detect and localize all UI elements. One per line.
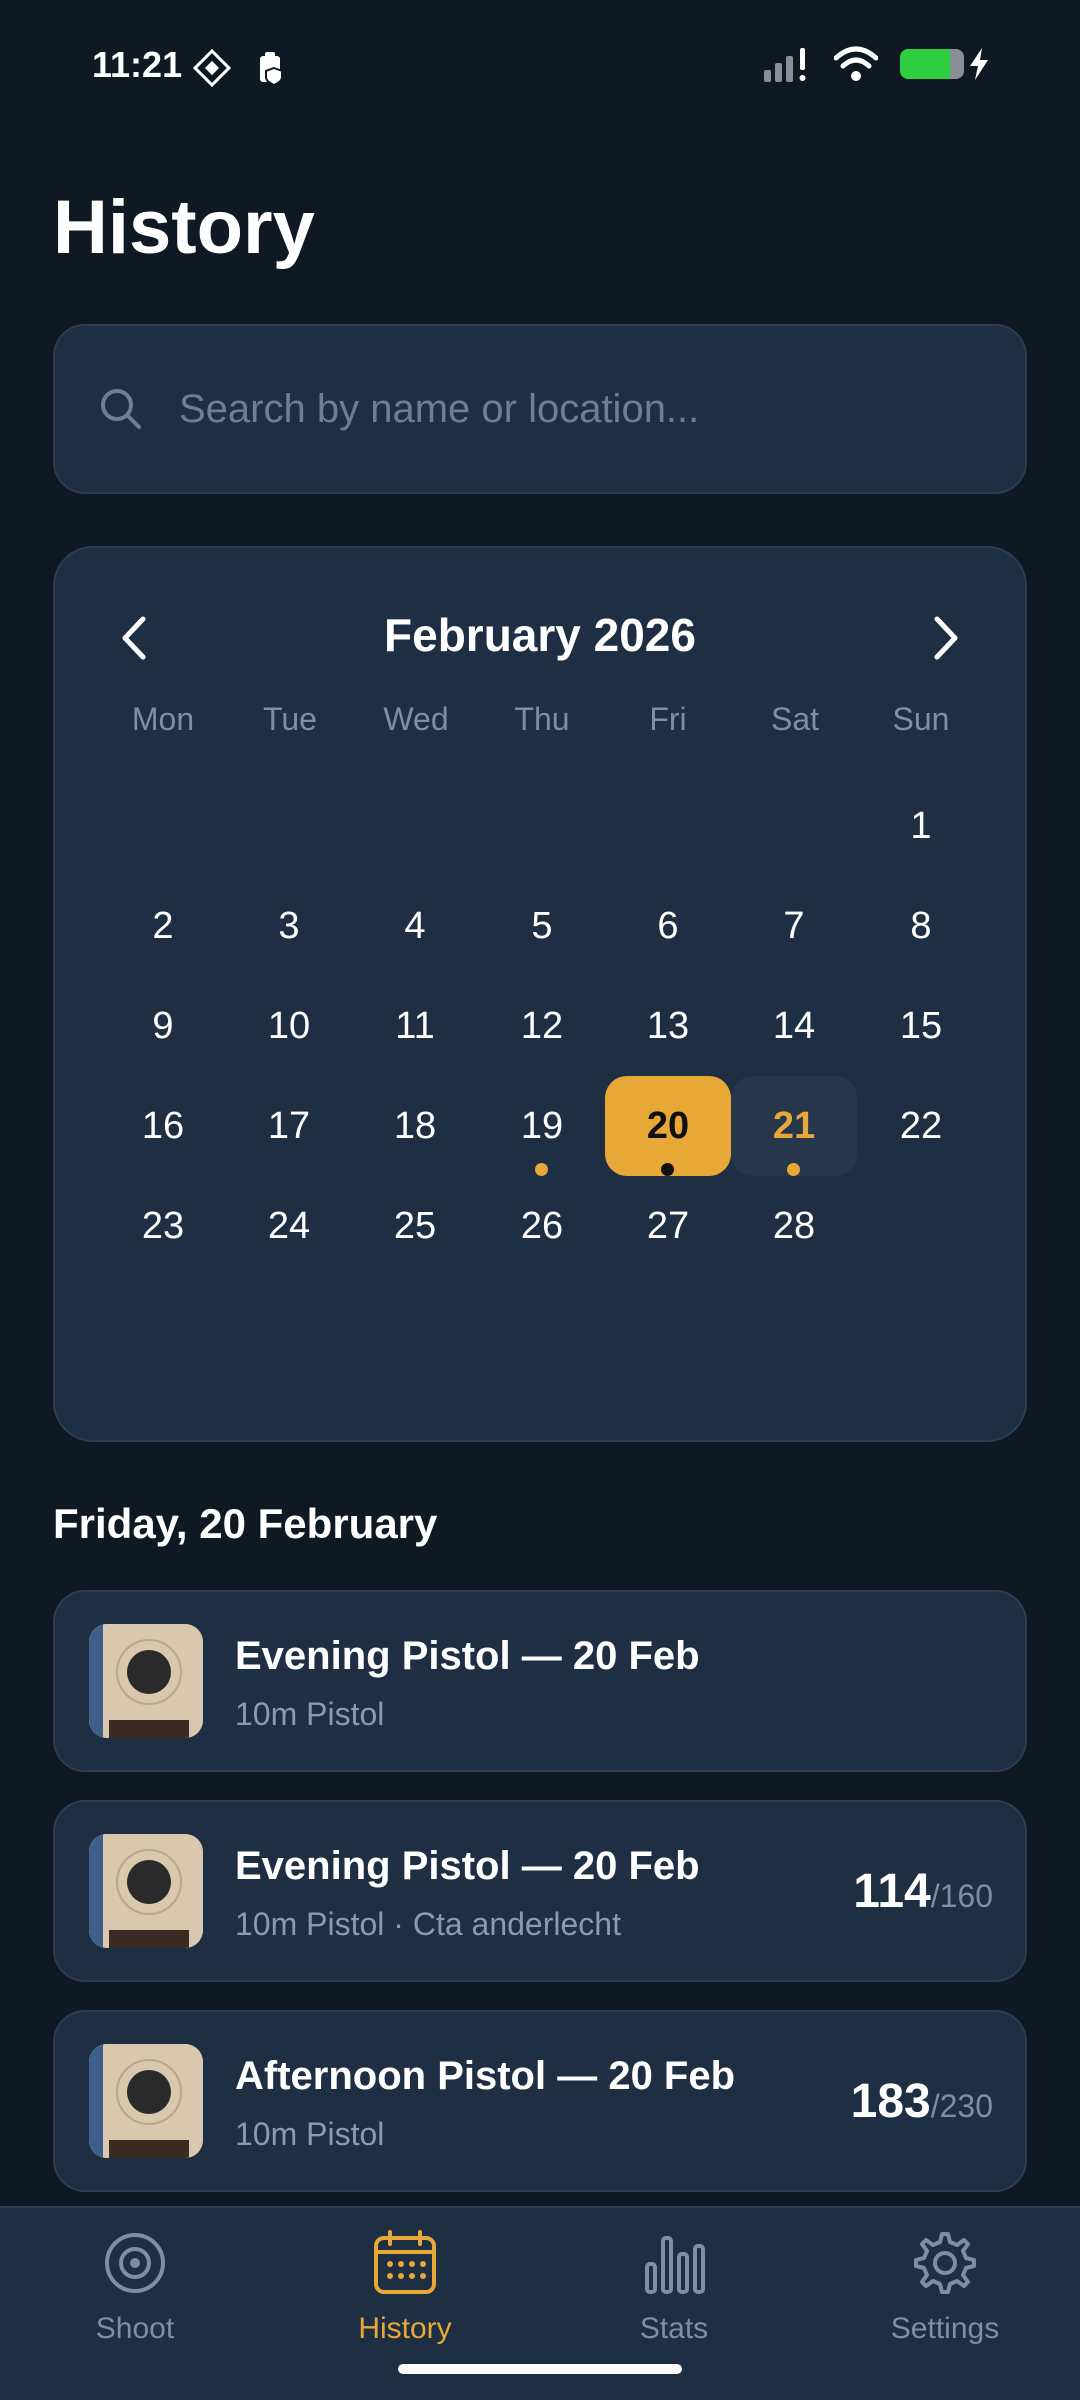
nav-label: History: [358, 2312, 452, 2345]
calendar-day[interactable]: 10: [226, 976, 352, 1076]
weekday-row: Mon Tue Wed Thu Fri Sat Sun: [55, 701, 1025, 751]
calendar-icon: [374, 2230, 436, 2294]
weekday-label: Mon: [131, 701, 195, 737]
calendar-day[interactable]: 5: [479, 876, 605, 976]
target-photo-icon: [89, 1834, 203, 1948]
search-icon: [101, 389, 141, 429]
wifi-icon: [834, 46, 878, 81]
calendar-day[interactable]: 17: [226, 1076, 352, 1176]
nav-item-history[interactable]: History: [305, 2228, 505, 2346]
home-indicator: [398, 2364, 682, 2374]
signal-icon: [764, 48, 806, 82]
nav-item-stats[interactable]: Stats: [574, 2228, 774, 2346]
calendar-day[interactable]: 3: [226, 876, 352, 976]
next-month-button[interactable]: [905, 598, 985, 678]
nav-item-settings[interactable]: Settings: [845, 2228, 1045, 2346]
calendar-day[interactable]: 23: [100, 1176, 226, 1276]
calendar-day[interactable]: 7: [731, 876, 857, 976]
selected-date-heading: Friday, 20 February: [53, 1500, 438, 1547]
calendar-day[interactable]: 28: [731, 1176, 857, 1276]
calendar-day[interactable]: 2: [100, 876, 226, 976]
calendar-day[interactable]: 8: [858, 876, 984, 976]
session-score: 183/230: [851, 2074, 993, 2129]
weekday-label: Fri: [649, 701, 687, 737]
calendar-day[interactable]: 19: [479, 1076, 605, 1176]
nav-item-shoot[interactable]: Shoot: [35, 2228, 235, 2346]
session-indicator-dot: [787, 1163, 800, 1176]
session-card[interactable]: Evening Pistol — 20 Feb 10m Pistol: [53, 1590, 1027, 1772]
calendar-day[interactable]: 22: [858, 1076, 984, 1176]
session-name: Afternoon Pistol — 20 Feb: [235, 2054, 736, 2098]
session-indicator-dot: [661, 1163, 674, 1176]
status-left-icons: [192, 48, 292, 88]
search-box[interactable]: [53, 324, 1027, 494]
status-right-icons: [762, 46, 990, 82]
session-name: Evening Pistol — 20 Feb: [235, 1634, 700, 1678]
session-name: Evening Pistol — 20 Feb: [235, 1844, 700, 1888]
calendar-day[interactable]: 14: [731, 976, 857, 1076]
score-max: /230: [930, 2088, 993, 2124]
clipboard-shield-icon: [260, 52, 283, 87]
session-meta: 10m Pistol: [235, 2116, 385, 2152]
target-icon: [105, 2233, 165, 2293]
target-thumbnail: [89, 2044, 203, 2158]
nav-label: Settings: [890, 2312, 1000, 2345]
session-meta: 10m Pistol: [235, 1696, 385, 1732]
calendar-day[interactable]: 11: [352, 976, 478, 1076]
session-indicator-dot: [535, 1163, 548, 1176]
calendar-day[interactable]: 15: [858, 976, 984, 1076]
chevron-right-icon: [934, 616, 958, 660]
session-card[interactable]: Evening Pistol — 20 Feb 10m Pistol · Cta…: [53, 1800, 1027, 1982]
calendar-day[interactable]: 20: [605, 1076, 731, 1176]
nav-label: Stats: [639, 2312, 709, 2345]
nav-label: Shoot: [95, 2312, 175, 2345]
calendar-day[interactable]: 13: [605, 976, 731, 1076]
calendar: February 2026 Mon Tue Wed Thu Fri Sat Su…: [53, 546, 1027, 1442]
calendar-day[interactable]: 26: [479, 1176, 605, 1276]
page-title: History: [53, 185, 315, 270]
calendar-day[interactable]: 6: [605, 876, 731, 976]
calendar-day[interactable]: 27: [605, 1176, 731, 1276]
score-value: 183: [850, 2075, 931, 2128]
score-value: 114: [853, 1865, 931, 1918]
score-max: /160: [930, 1878, 993, 1914]
status-time: 11:21: [92, 44, 183, 85]
target-photo-icon: [89, 1624, 203, 1738]
target-thumbnail: [89, 1834, 203, 1948]
search-input[interactable]: [179, 386, 979, 432]
calendar-day[interactable]: 4: [352, 876, 478, 976]
calendar-day[interactable]: 24: [226, 1176, 352, 1276]
calendar-month-label: February 2026: [384, 609, 696, 661]
weekday-label: Thu: [514, 701, 570, 737]
target-photo-icon: [89, 2044, 203, 2158]
weekday-label: Wed: [383, 701, 449, 737]
session-score: 114/160: [853, 1864, 993, 1919]
session-meta: 10m Pistol · Cta anderlecht: [235, 1906, 621, 1942]
calendar-day[interactable]: 16: [100, 1076, 226, 1176]
weekday-label: Sat: [770, 701, 820, 737]
notification-diamond-icon: [192, 48, 232, 88]
battery-icon: [900, 49, 964, 79]
calendar-day[interactable]: 18: [352, 1076, 478, 1176]
calendar-day[interactable]: 1: [858, 776, 984, 876]
weekday-label: Tue: [263, 701, 317, 737]
calendar-day[interactable]: 21: [731, 1076, 857, 1176]
calendar-day[interactable]: 12: [479, 976, 605, 1076]
calendar-day[interactable]: 25: [352, 1176, 478, 1276]
calendar-header: February 2026: [55, 598, 1025, 678]
status-bar: 11:21: [0, 0, 1080, 130]
bar-chart-icon: [645, 2236, 705, 2294]
target-thumbnail: [89, 1624, 203, 1738]
calendar-day[interactable]: 9: [100, 976, 226, 1076]
weekday-label: Sun: [892, 701, 950, 737]
session-card[interactable]: Afternoon Pistol — 20 Feb 10m Pistol 183…: [53, 2010, 1027, 2192]
charging-bolt-icon: [970, 48, 988, 80]
gear-icon: [914, 2232, 976, 2294]
